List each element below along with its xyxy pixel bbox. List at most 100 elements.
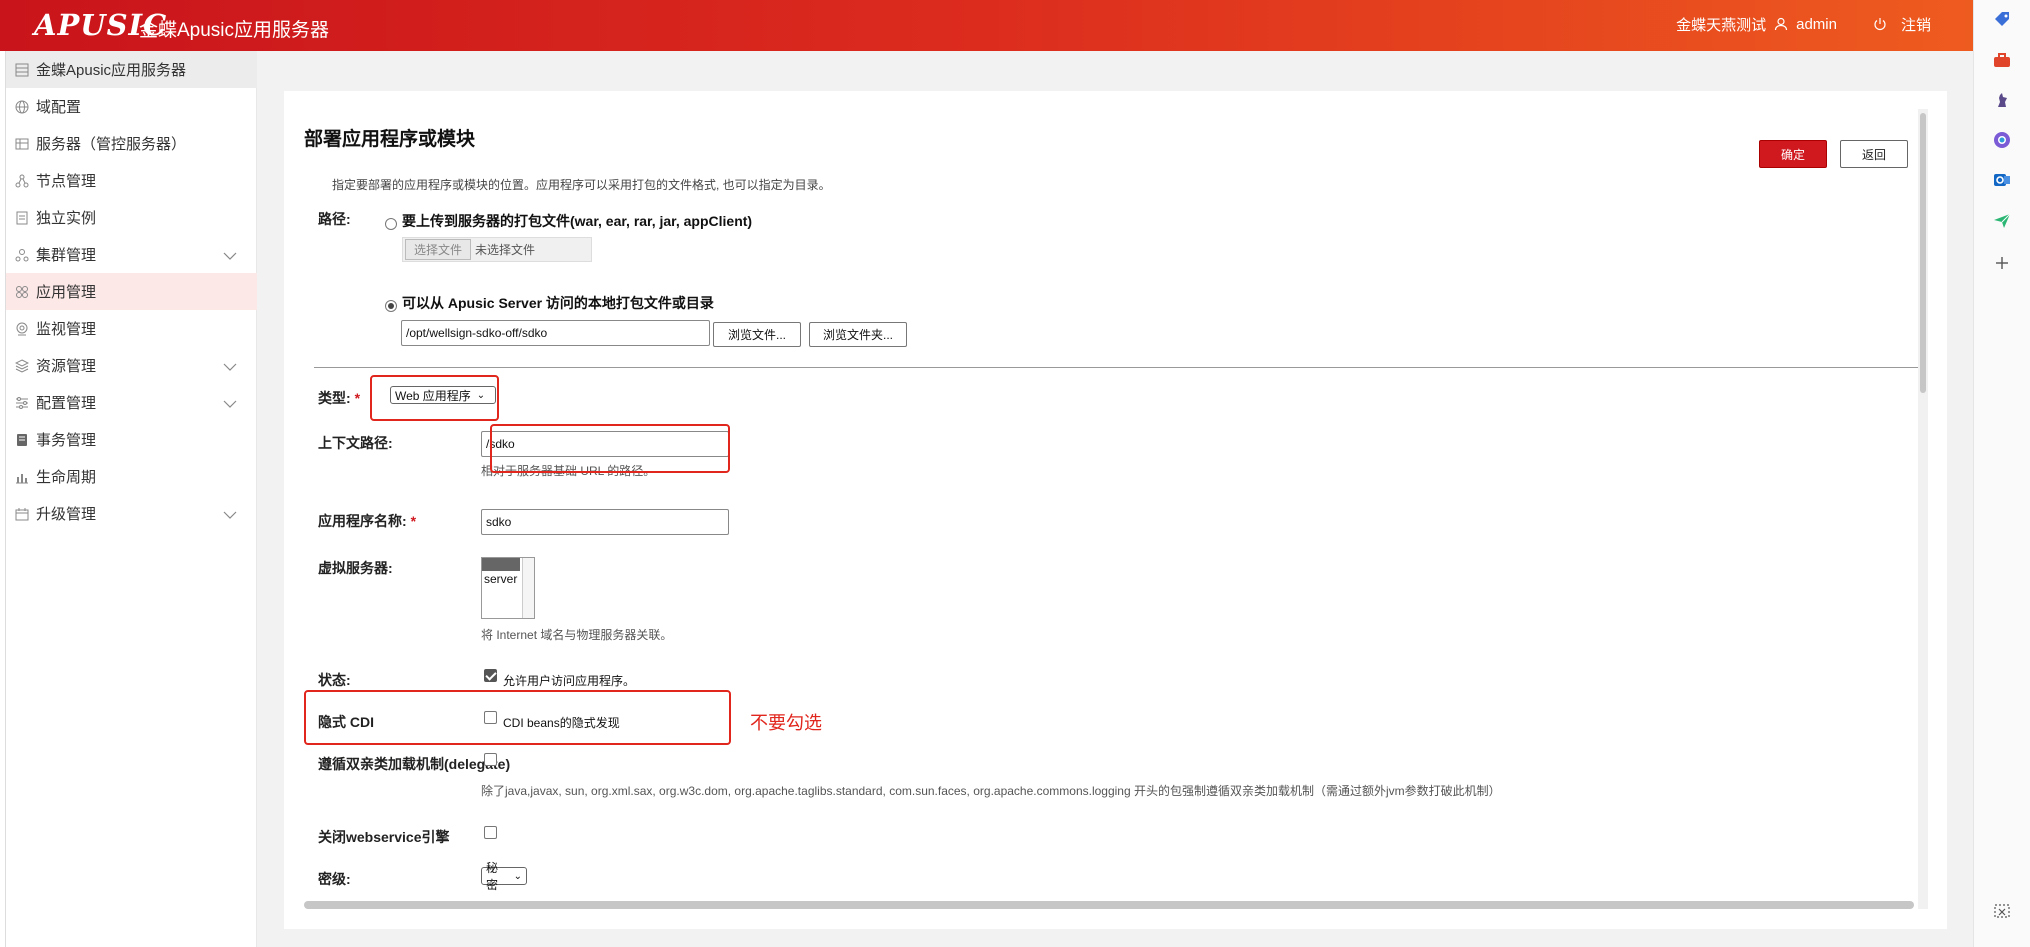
back-button[interactable]: 返回	[1840, 140, 1908, 168]
status-checkbox[interactable]	[484, 669, 497, 682]
cluster-icon	[14, 247, 30, 263]
sidebar-item-label: 升级管理	[36, 506, 97, 523]
sidebar-item-resources[interactable]: 资源管理	[6, 347, 257, 384]
ok-button[interactable]: 确定	[1759, 140, 1827, 168]
sidebar-item-label: 独立实例	[36, 210, 97, 227]
status-checkbox-label: 允许用户访问应用程序。	[503, 674, 636, 688]
highlight-box-cdi	[304, 690, 731, 745]
logout-link[interactable]: 注销	[1901, 14, 1931, 35]
apps-icon	[14, 284, 30, 300]
sidebar-item-domain[interactable]: 域配置	[6, 88, 257, 125]
chevron-down-icon[interactable]	[223, 359, 237, 376]
secret-select-value: 秘密	[486, 861, 499, 892]
user-icon	[1774, 17, 1788, 31]
vserver-hint: 将 Internet 域名与物理服务器关联。	[481, 628, 673, 642]
delegate-checkbox[interactable]	[484, 753, 497, 766]
chevron-down-icon[interactable]	[223, 248, 237, 265]
status-label: 状态:	[318, 672, 351, 688]
section-divider	[314, 367, 1919, 368]
sidebar-item-label: 监视管理	[36, 321, 97, 338]
chevron-down-icon: ⌄	[513, 870, 522, 882]
listbox-selection	[482, 558, 520, 571]
annotation-text: 不要勾选	[750, 713, 822, 733]
sidebar-item-instance[interactable]: 独立实例	[6, 199, 257, 236]
secret-label: 密级:	[318, 871, 351, 887]
local-option-label: 可以从 Apusic Server 访问的本地打包文件或目录	[402, 295, 714, 311]
delegate-label: 遵循双亲类加载机制(delegate)	[318, 756, 511, 772]
globe-icon	[14, 99, 30, 115]
sidebar-item-label: 配置管理	[36, 395, 97, 412]
copilot-icon[interactable]	[1992, 130, 2012, 150]
vserver-option[interactable]: server	[484, 572, 517, 586]
local-path-input[interactable]: /opt/wellsign-sdko-off/sdko	[401, 320, 710, 346]
vserver-listbox[interactable]: server	[481, 557, 535, 619]
context-label: 上下文路径:	[318, 435, 393, 451]
chevron-down-icon[interactable]	[223, 396, 237, 413]
sidebar-item-label: 金蝶Apusic应用服务器	[36, 62, 187, 79]
upgrade-icon	[14, 506, 30, 522]
type-label: 类型: *	[318, 388, 360, 408]
horizontal-scrollbar[interactable]	[304, 901, 1914, 909]
add-icon[interactable]	[1992, 253, 2012, 273]
toolbox-icon[interactable]	[1992, 50, 2012, 70]
sidebar-item-apps[interactable]: 应用管理	[6, 273, 257, 310]
chevron-down-icon[interactable]	[223, 507, 237, 524]
sidebar-item-root[interactable]: 金蝶Apusic应用服务器	[6, 51, 257, 88]
path-label: 路径:	[318, 211, 351, 227]
webservice-checkbox[interactable]	[484, 826, 497, 839]
outlook-icon[interactable]	[1992, 170, 2012, 190]
choose-file-button[interactable]: 选择文件	[405, 239, 472, 260]
webservice-label: 关闭webservice引擎	[318, 829, 450, 845]
type-label-text: 类型:	[318, 390, 351, 406]
sidebar-item-upgrade[interactable]: 升级管理	[6, 495, 257, 532]
sidebar-item-label: 生命周期	[36, 469, 97, 486]
org-name: 金蝶天燕测试	[1676, 16, 1767, 34]
chess-icon[interactable]	[1992, 90, 2012, 110]
deploy-panel: 部署应用程序或模块 指定要部署的应用程序或模块的位置。应用程序可以采用打包的文件…	[284, 91, 1947, 929]
secret-select[interactable]: 秘密 ⌄	[481, 861, 527, 892]
sidebar-item-server[interactable]: 服务器（管控服务器）	[6, 125, 257, 162]
highlight-box-context	[490, 424, 730, 473]
sidebar-item-config[interactable]: 配置管理	[6, 384, 257, 421]
page-description: 指定要部署的应用程序或模块的位置。应用程序可以采用打包的文件格式, 也可以指定为…	[332, 178, 831, 192]
top-header: APUSIC 金蝶Apusic应用服务器 金蝶天燕测试 admin 注销	[0, 0, 1973, 51]
monitor-icon	[14, 321, 30, 337]
sidebar-item-lifecycle[interactable]: 生命周期	[6, 458, 257, 495]
sidebar-item-transaction[interactable]: 事务管理	[6, 421, 257, 458]
screenshot-icon[interactable]	[1992, 902, 2012, 922]
appname-input[interactable]: sdko	[481, 509, 729, 535]
sidebar-item-label: 集群管理	[36, 247, 97, 264]
header-user-area: 金蝶天燕测试 admin 注销	[1676, 12, 1973, 36]
delegate-hint: 除了java,javax, sun, org.xml.sax, org.w3c.…	[481, 784, 1501, 798]
chart-icon	[14, 469, 30, 485]
page-title: 部署应用程序或模块	[304, 129, 476, 150]
username[interactable]: admin	[1796, 16, 1837, 33]
upload-radio[interactable]	[385, 218, 397, 230]
nodes-icon	[14, 173, 30, 189]
sidebar-item-label: 应用管理	[36, 284, 97, 301]
app-title: 金蝶Apusic应用服务器	[139, 20, 330, 41]
tag-icon[interactable]	[1992, 10, 2012, 30]
layers-icon	[14, 358, 30, 374]
file-chooser[interactable]: 选择文件 未选择文件	[402, 237, 592, 262]
power-icon[interactable]	[1873, 17, 1887, 31]
required-mark: *	[354, 390, 361, 406]
sidebar-item-label: 节点管理	[36, 173, 97, 190]
sidebar-item-monitor[interactable]: 监视管理	[6, 310, 257, 347]
sidebar-item-nodes[interactable]: 节点管理	[6, 162, 257, 199]
upload-option-label: 要上传到服务器的打包文件(war, ear, rar, jar, appClie…	[402, 213, 753, 229]
no-file-text: 未选择文件	[475, 243, 536, 257]
main-content: 部署应用程序或模块 指定要部署的应用程序或模块的位置。应用程序可以采用打包的文件…	[257, 51, 1973, 947]
sidebar-item-label: 服务器（管控服务器）	[36, 136, 187, 153]
browse-file-button[interactable]: 浏览文件...	[713, 322, 801, 347]
send-icon[interactable]	[1992, 210, 2012, 230]
right-toolbar	[1973, 0, 2030, 947]
vertical-scrollbar[interactable]	[1920, 113, 1926, 393]
sidebar-item-cluster[interactable]: 集群管理	[6, 236, 257, 273]
sidebar-item-label: 资源管理	[36, 358, 97, 375]
local-radio[interactable]	[385, 300, 397, 312]
sidebar: 金蝶Apusic应用服务器 域配置 服务器（管控服务器） 节点管理 独立实例 集…	[5, 51, 261, 947]
listbox-scrollbar[interactable]	[522, 558, 534, 618]
instance-icon	[14, 210, 30, 226]
browse-folder-button[interactable]: 浏览文件夹...	[809, 322, 907, 347]
